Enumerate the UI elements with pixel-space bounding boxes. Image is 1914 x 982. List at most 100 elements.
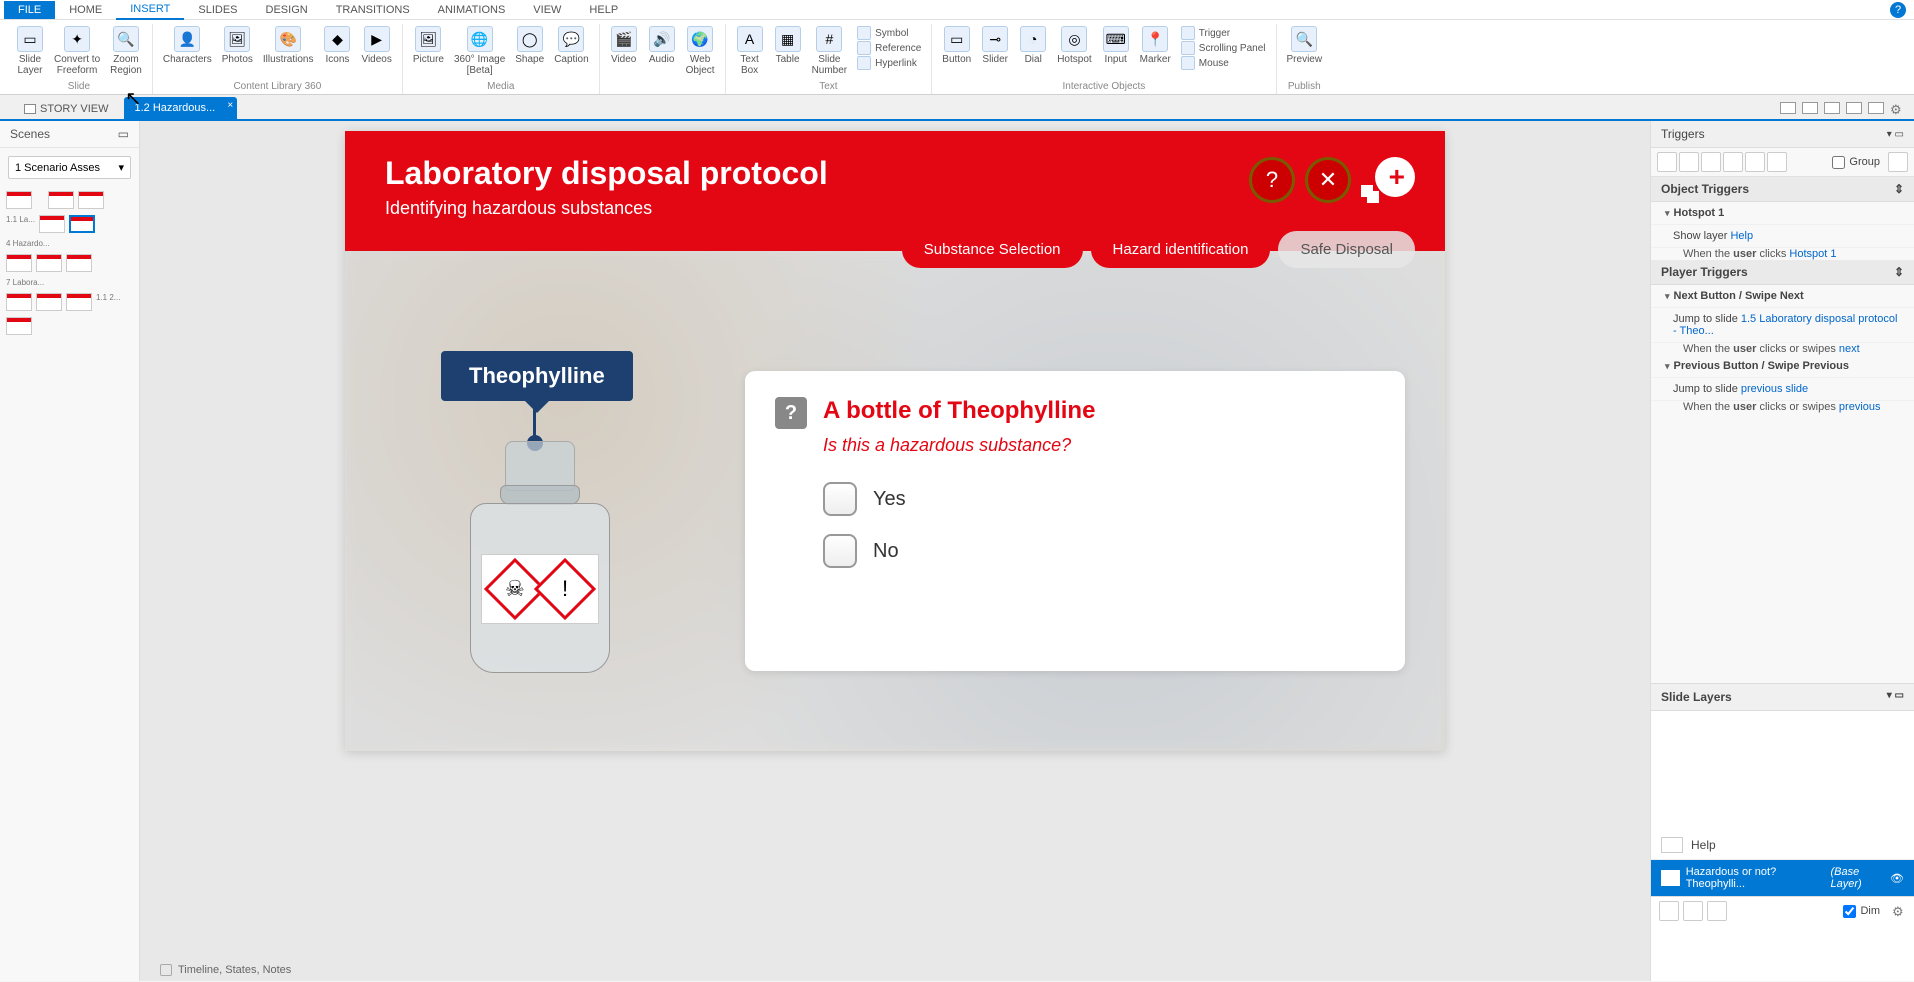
hotspot-button[interactable]: ◎Hotspot [1053,24,1095,72]
reference-button[interactable]: Reference [857,41,921,55]
menu-animations[interactable]: ANIMATIONS [424,1,520,19]
slide-thumb[interactable] [36,254,62,272]
slide-thumb[interactable] [48,191,74,209]
menu-slides[interactable]: SLIDES [184,1,251,19]
web-object-button[interactable]: 🌍WebObject [682,24,719,78]
variables-icon[interactable] [1888,152,1908,172]
slide-thumb[interactable] [6,254,32,272]
360-image-button[interactable]: 🌐360° Image[Beta] [450,24,509,78]
slide-thumb[interactable] [66,254,92,272]
layer-settings-icon[interactable]: ⚙ [1892,904,1906,918]
checkbox-no[interactable] [823,534,857,568]
slide-thumb-selected[interactable] [69,215,95,233]
checkbox-yes[interactable] [823,482,857,516]
menu-design[interactable]: DESIGN [252,1,322,19]
preview-button[interactable]: 🔍Preview [1283,24,1327,67]
view-phone-landscape-icon[interactable] [1846,102,1862,114]
section-toggle-icon[interactable]: ⇕ [1894,182,1904,196]
photos-button[interactable]: 🖼Photos [218,24,257,67]
slide-thumb[interactable] [78,191,104,209]
slide[interactable]: Laboratory disposal protocol Identifying… [345,131,1445,751]
gear-icon[interactable]: ⚙ [1890,102,1904,116]
menu-help[interactable]: HELP [575,1,632,19]
panel-collapse-icon[interactable]: ▾ ▭ [1887,129,1904,140]
close-tab-icon[interactable]: × [227,100,233,111]
menu-transitions[interactable]: TRANSITIONS [322,1,424,19]
illustrations-button[interactable]: 🎨Illustrations [259,24,318,67]
object-triggers-header[interactable]: Object Triggers⇕ [1651,177,1914,202]
icons-button[interactable]: ◆Icons [319,24,355,67]
option-yes[interactable]: Yes [823,482,1375,516]
symbol-button[interactable]: Symbol [857,26,921,40]
video-button[interactable]: 🎬Video [606,24,642,78]
slide-thumb[interactable] [39,215,65,233]
tab-safe-disposal[interactable]: Safe Disposal [1278,231,1415,268]
input-button[interactable]: ⌨Input [1098,24,1134,72]
edit-trigger-icon[interactable] [1679,152,1699,172]
trigger-button[interactable]: Trigger [1181,26,1266,40]
trigger-action[interactable]: Jump to slide previous slide [1651,378,1914,401]
paste-trigger-icon[interactable] [1723,152,1743,172]
trigger-action[interactable]: Jump to slide 1.5 Laboratory disposal pr… [1651,308,1914,343]
view-tablet-landscape-icon[interactable] [1802,102,1818,114]
shape-button[interactable]: ◯Shape [511,24,548,78]
panel-menu-icon[interactable]: ▭ [118,127,129,141]
marker-button[interactable]: 📍Marker [1136,24,1175,72]
dim-checkbox[interactable] [1843,905,1856,918]
audio-button[interactable]: 🔊Audio [644,24,680,78]
view-phone-portrait-icon[interactable] [1868,102,1884,114]
base-layer-row[interactable]: Hazardous or not? Theophylli... (Base La… [1651,860,1914,896]
characters-button[interactable]: 👤Characters [159,24,216,67]
slide-thumb[interactable] [6,191,32,209]
new-trigger-icon[interactable] [1657,152,1677,172]
scrolling-panel-button[interactable]: Scrolling Panel [1181,41,1266,55]
duplicate-layer-icon[interactable] [1683,901,1703,921]
text-box-button[interactable]: ATextBox [732,24,768,78]
slide-number-button[interactable]: #SlideNumber [808,24,852,78]
slide-thumb[interactable] [6,317,32,335]
trigger-hotspot1[interactable]: ▾Hotspot 1 [1651,202,1914,225]
menu-home[interactable]: HOME [55,1,116,19]
trigger-prev-button[interactable]: ▾Previous Button / Swipe Previous [1651,355,1914,378]
tab-substance-selection[interactable]: Substance Selection [902,231,1083,268]
expand-icon[interactable] [160,964,172,976]
picture-button[interactable]: 🖼Picture [409,24,448,78]
story-view-tab[interactable]: STORY VIEW [14,99,118,119]
document-tab[interactable]: 1.2 Hazardous...× [124,97,237,119]
slide-thumb[interactable] [36,293,62,311]
delete-layer-icon[interactable] [1707,901,1727,921]
trigger-next-button[interactable]: ▾Next Button / Swipe Next [1651,285,1914,308]
view-desktop-icon[interactable] [1780,102,1796,114]
group-checkbox[interactable] [1832,156,1845,169]
menu-view[interactable]: VIEW [519,1,575,19]
menu-file[interactable]: FILE [4,1,55,19]
delete-trigger-icon[interactable] [1745,152,1765,172]
help-icon[interactable]: ? [1890,2,1906,18]
trigger-action[interactable]: Show layer Help [1651,225,1914,248]
menu-insert[interactable]: INSERT [116,0,184,20]
layer-visibility-icon[interactable]: 👁 [1890,872,1904,885]
help-circle-button[interactable]: ? [1249,157,1295,203]
layer-help[interactable]: Help [1651,831,1914,860]
slide-thumb[interactable] [66,293,92,311]
new-layer-icon[interactable] [1659,901,1679,921]
button-button[interactable]: ▭Button [938,24,975,72]
slide-thumb[interactable] [6,293,32,311]
videos-button[interactable]: ▶Videos [357,24,395,67]
option-no[interactable]: No [823,534,1375,568]
copy-trigger-icon[interactable] [1701,152,1721,172]
slide-layer-button[interactable]: ▭SlideLayer [12,24,48,78]
canvas-area[interactable]: Laboratory disposal protocol Identifying… [140,121,1650,981]
convert-freeform-button[interactable]: ✦Convert toFreeform [50,24,104,78]
layers-collapse-icon[interactable]: ▾ ▭ [1887,690,1904,704]
zoom-region-button[interactable]: 🔍ZoomRegion [106,24,146,78]
dial-button[interactable]: ◔Dial [1015,24,1051,72]
table-button[interactable]: ▦Table [770,24,806,78]
close-circle-button[interactable]: ✕ [1305,157,1351,203]
player-triggers-header[interactable]: Player Triggers⇕ [1651,260,1914,285]
reorder-trigger-icon[interactable] [1767,152,1787,172]
scene-selector[interactable]: 1 Scenario Asses▾ [8,156,131,179]
mouse-button[interactable]: Mouse [1181,56,1266,70]
slider-button[interactable]: ⊸Slider [977,24,1013,72]
tab-hazard-identification[interactable]: Hazard identification [1091,231,1271,268]
